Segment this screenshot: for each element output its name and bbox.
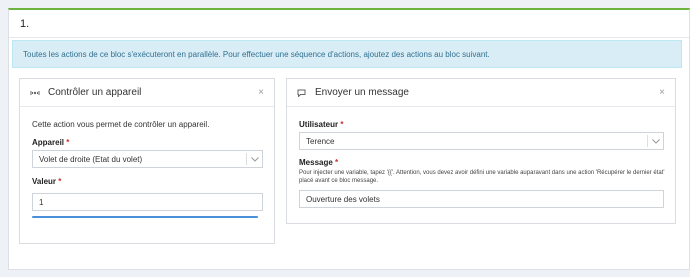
control-description: Cette action vous permet de contrôler un… — [32, 120, 210, 129]
device-select-value: Volet de droite (Etat du volet) — [39, 154, 143, 164]
message-input[interactable]: Ouverture des volets — [299, 190, 664, 208]
required-marker: * — [58, 177, 62, 186]
block-title: 1. — [20, 17, 30, 30]
message-card-header: Envoyer un message × — [287, 79, 675, 107]
device-remote-icon — [30, 89, 42, 97]
message-label-text: Message — [299, 158, 333, 167]
message-label: Message * — [299, 158, 338, 167]
value-slider[interactable] — [32, 216, 258, 218]
message-bubble-icon — [297, 89, 309, 97]
value-label-text: Valeur — [32, 177, 57, 186]
chevron-down-icon[interactable] — [647, 135, 663, 147]
device-label: Appareil * — [32, 138, 69, 147]
device-select[interactable]: Volet de droite (Etat du volet) — [32, 150, 263, 168]
control-device-card: Contrôler un appareil × Cette action vou… — [19, 78, 275, 244]
required-marker: * — [335, 158, 339, 167]
value-input[interactable]: 1 — [32, 193, 263, 211]
close-icon[interactable]: × — [258, 87, 264, 98]
variable-hint: Pour injecter une variable, tapez '{{'. … — [299, 170, 665, 184]
info-banner: Toutes les actions de ce bloc s'exécuter… — [12, 40, 682, 68]
required-marker: * — [340, 120, 344, 129]
message-card-title: Envoyer un message — [315, 87, 409, 98]
send-message-card: Envoyer un message × Utilisateur * Teren… — [286, 78, 676, 224]
message-input-text: Ouverture des volets — [306, 194, 380, 204]
control-card-header: Contrôler un appareil × — [20, 79, 274, 107]
close-icon[interactable]: × — [659, 87, 665, 98]
banner-text: Toutes les actions de ce bloc s'exécuter… — [23, 49, 490, 59]
control-card-title: Contrôler un appareil — [48, 87, 142, 98]
user-select[interactable]: Terence — [299, 132, 664, 150]
value-label: Valeur * — [32, 177, 61, 186]
user-select-value: Terence — [306, 136, 335, 146]
user-label-text: Utilisateur — [299, 120, 339, 129]
required-marker: * — [66, 138, 70, 147]
user-label: Utilisateur * — [299, 120, 343, 129]
block-header: 1. — [9, 10, 689, 38]
chevron-down-icon[interactable] — [246, 153, 262, 165]
value-input-text: 1 — [39, 197, 44, 207]
device-label-text: Appareil — [32, 138, 65, 147]
